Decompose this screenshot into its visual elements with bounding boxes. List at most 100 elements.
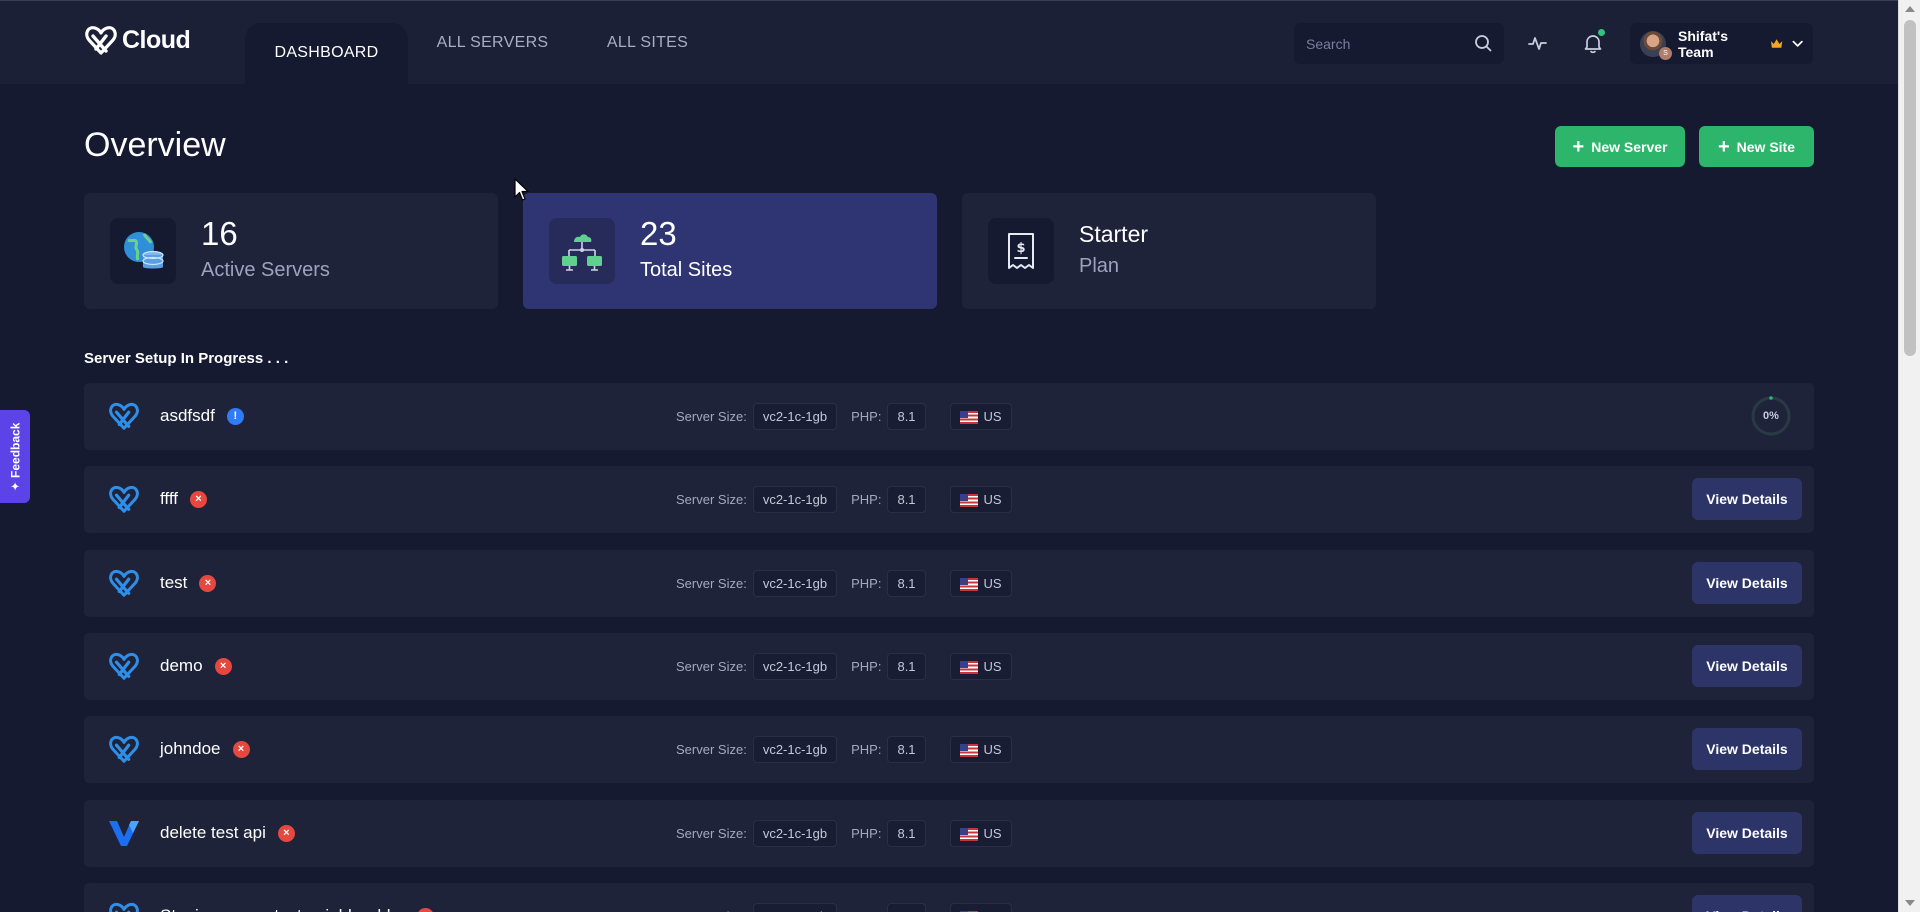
server-name[interactable]: ffff × (160, 489, 207, 509)
page-scrollbar[interactable] (1898, 0, 1920, 912)
active-servers-count: 16 (201, 215, 238, 252)
server-row[interactable]: test × Server Size: vc2-1c-1gb PHP: 8.1 U… (84, 550, 1814, 617)
cloud-provider-icon (108, 400, 140, 432)
section-title: Server Setup In Progress . . . (84, 350, 289, 367)
stat-icon-box (549, 218, 615, 284)
us-flag-icon (959, 661, 978, 675)
cloud-provider-icon (108, 650, 140, 682)
server-meta: Server Size: vc2-1c-1gb PHP: 8.1 US (676, 403, 1012, 431)
region-code: US (983, 659, 1002, 674)
view-details-button[interactable]: View Details (1692, 895, 1802, 912)
plan-name: Starter (1079, 221, 1149, 247)
server-size-value: vc2-1c-1gb (752, 736, 838, 764)
error-status-icon: × (277, 824, 295, 842)
server-row[interactable]: asdfsdf! Server Size: vc2-1c-1gb PHP: 8.… (84, 383, 1814, 450)
server-name[interactable]: Staging server test neighbor hl... × (160, 906, 434, 912)
view-details-button[interactable]: View Details (1692, 645, 1802, 687)
region-pill: US (949, 736, 1012, 764)
team-switcher[interactable]: S Shifat's Team (1630, 23, 1813, 64)
new-server-label: New Server (1591, 138, 1668, 155)
receipt-dollar-icon: $ (1008, 233, 1034, 269)
view-details-label: View Details (1706, 908, 1787, 912)
plus-icon: + (1572, 135, 1585, 158)
tab-dashboard[interactable]: DASHBOARD (245, 23, 408, 85)
server-row[interactable]: ffff × Server Size: vc2-1c-1gb PHP: 8.1 U… (84, 466, 1814, 533)
server-row[interactable]: delete test api × Server Size: vc2-1c-1gb… (84, 800, 1814, 867)
php-version: 8.1 (887, 403, 926, 431)
stat-icon-box: $ (988, 218, 1054, 284)
scroll-down-arrow-icon[interactable] (1905, 900, 1915, 906)
cloud-logo-icon (85, 26, 117, 55)
php-label: PHP: (851, 826, 882, 842)
server-name[interactable]: asdfsdf! (160, 406, 244, 426)
view-details-button[interactable]: View Details (1692, 728, 1802, 770)
server-row[interactable]: johndoe × Server Size: vc2-1c-1gb PHP: 8.… (84, 716, 1814, 783)
view-details-label: View Details (1706, 825, 1788, 841)
active-servers-label: Active Servers (201, 259, 330, 281)
view-details-label: View Details (1706, 658, 1788, 674)
us-flag-icon (959, 744, 978, 758)
region-pill: US (949, 403, 1012, 431)
brand-logo[interactable]: Cloud (84, 23, 191, 57)
cloud-provider-icon (108, 900, 140, 912)
server-size-label: Server Size: (676, 742, 747, 758)
search-icon[interactable] (1474, 34, 1492, 52)
server-meta: Server Size: vc2-1c-1gb PHP: 8.1 US (676, 653, 1012, 681)
server-row[interactable]: Staging server test neighbor hl... × Serv… (84, 883, 1814, 912)
notification-bell-icon[interactable] (1581, 29, 1605, 55)
server-meta: Server Size: vc2-1c-1gb PHP: 8.1 US (676, 820, 1012, 848)
server-size-value: vc2-1c-1gb (752, 903, 838, 912)
server-name[interactable]: test × (160, 573, 217, 593)
crown-icon (1771, 38, 1783, 48)
server-name[interactable]: delete test api × (160, 823, 295, 843)
region-code: US (983, 409, 1002, 424)
php-label: PHP: (851, 742, 882, 758)
feedback-tab[interactable]: ✦ Feedback (0, 410, 30, 503)
tab-dashboard-label: DASHBOARD (274, 44, 379, 61)
activity-icon[interactable] (1526, 31, 1550, 55)
server-row[interactable]: demo × Server Size: vc2-1c-1gb PHP: 8.1 U… (84, 633, 1814, 700)
php-version: 8.1 (887, 570, 926, 598)
feedback-label: ✦ Feedback (8, 422, 22, 491)
server-name-text: asdfsdf (160, 406, 215, 425)
error-status-icon: × (416, 907, 434, 912)
server-size-value: vc2-1c-1gb (752, 570, 838, 598)
error-status-icon: × (214, 657, 232, 675)
page-title: Overview (84, 126, 226, 164)
total-sites-card[interactable]: 23 Total Sites (523, 193, 937, 309)
tab-all-sites[interactable]: ALL SITES (596, 23, 699, 63)
view-details-button[interactable]: View Details (1692, 562, 1802, 604)
server-name-text: test (160, 573, 188, 592)
new-site-label: New Site (1736, 138, 1796, 155)
new-site-button[interactable]: + New Site (1699, 126, 1814, 167)
us-flag-icon (959, 494, 978, 508)
cloud-network-icon (562, 234, 602, 271)
view-details-button[interactable]: View Details (1692, 812, 1802, 854)
server-size-label: Server Size: (676, 492, 747, 508)
php-label: PHP: (851, 409, 882, 425)
server-meta: Server Size: vc2-1c-1gb PHP: 8.1 US (676, 486, 1012, 514)
plus-icon: + (1717, 135, 1730, 158)
view-details-button[interactable]: View Details (1692, 478, 1802, 520)
stat-icon-box (110, 218, 176, 284)
server-name[interactable]: demo × (160, 656, 232, 676)
server-size-label: Server Size: (676, 826, 747, 842)
php-version: 8.1 (887, 903, 926, 912)
php-label: PHP: (851, 576, 882, 592)
error-status-icon: × (189, 490, 207, 508)
us-flag-icon (959, 411, 978, 425)
new-server-button[interactable]: + New Server (1555, 126, 1685, 167)
scrollbar-thumb[interactable] (1904, 20, 1916, 356)
plan-label: Plan (1079, 255, 1120, 277)
cloud-provider-icon (108, 483, 140, 515)
search-input[interactable] (1306, 35, 1466, 52)
plan-card[interactable]: $ Starter Plan (962, 193, 1376, 309)
server-name-text: ffff (160, 489, 178, 508)
avatar-badge: S (1659, 46, 1672, 60)
server-size-label: Server Size: (676, 409, 747, 425)
server-name[interactable]: johndoe × (160, 739, 250, 759)
scroll-up-arrow-icon[interactable] (1905, 6, 1915, 12)
server-name-text: Staging server test neighbor hl... (160, 906, 405, 912)
active-servers-card[interactable]: 16 Active Servers (84, 193, 498, 309)
tab-all-servers[interactable]: ALL SERVERS (430, 23, 555, 63)
